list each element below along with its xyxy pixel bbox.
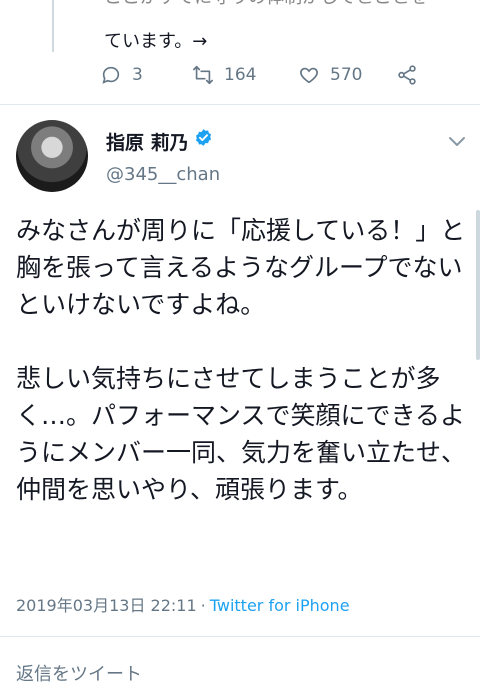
thread-line	[52, 0, 54, 52]
tweet-text: みなさんが周りに「応援している！」と胸を張って言えるようなグループでないといけな…	[16, 216, 467, 504]
share-action[interactable]	[396, 64, 418, 86]
previous-tweet-line: ています。→	[104, 31, 208, 52]
divider	[0, 104, 480, 105]
display-name[interactable]: 指原 莉乃	[106, 128, 189, 155]
retweet-count: 164	[224, 65, 257, 85]
avatar[interactable]	[16, 120, 88, 192]
like-action[interactable]: 570	[298, 64, 362, 86]
scrollbar[interactable]	[476, 210, 480, 360]
reply-icon	[102, 66, 120, 84]
heart-icon	[300, 67, 318, 84]
chevron-down-icon[interactable]	[448, 136, 466, 148]
reply-action[interactable]: 3	[100, 64, 143, 86]
divider	[0, 636, 480, 637]
reply-input[interactable]: 返信をツイート	[16, 660, 142, 686]
meta-separator: ·	[200, 596, 206, 615]
source-link[interactable]: Twitter for iPhone	[210, 596, 350, 615]
retweet-action[interactable]: 164	[192, 64, 256, 86]
previous-tweet-actions: 3 164 570	[100, 64, 430, 92]
user-handle[interactable]: @345__chan	[106, 164, 220, 185]
verified-icon	[195, 129, 212, 146]
share-icon	[398, 65, 416, 85]
retweet-icon	[193, 65, 213, 85]
previous-tweet-cut-line: ここがすでに守りの体制がしてとことを	[104, 0, 428, 10]
tweet-meta: 2019年03月13日 22:11 · Twitter for iPhone	[16, 592, 350, 616]
like-count: 570	[330, 65, 363, 85]
reply-count: 3	[132, 65, 143, 85]
timestamp[interactable]: 2019年03月13日 22:11	[16, 596, 197, 615]
